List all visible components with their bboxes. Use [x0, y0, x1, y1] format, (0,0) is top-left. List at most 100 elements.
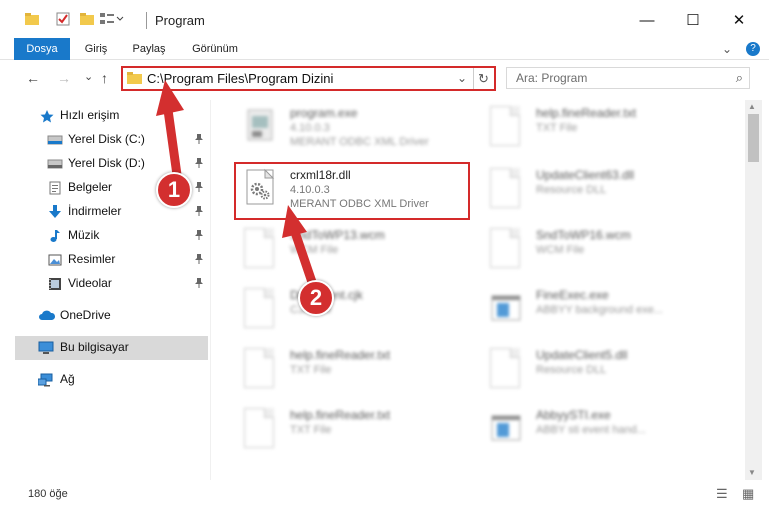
file-name: help.fineReader.txt	[290, 408, 391, 422]
file-list: program.exe 4.10.0.3 MERANT ODBC XML Dri…	[212, 100, 745, 480]
properties-icon[interactable]	[56, 12, 70, 29]
sidebar-item-label: Bu bilgisayar	[60, 340, 129, 354]
file-item[interactable]: SndToWP16.wcm WCM File	[478, 222, 718, 278]
pin-icon[interactable]	[194, 133, 204, 148]
pane-divider[interactable]	[210, 100, 211, 480]
file-type: ABBYY background exe...	[536, 304, 663, 316]
sidebar-item-onedrive[interactable]: OneDrive	[0, 304, 208, 328]
tiles-view-icon[interactable]: ▦	[742, 486, 754, 502]
file-name: help.fineReader.txt	[290, 348, 391, 362]
file-type: ABBY sti event hand...	[536, 424, 646, 436]
file-name: AbbyySTI.exe	[536, 408, 611, 422]
expand-ribbon-icon[interactable]: ⌄	[722, 42, 732, 56]
pin-icon[interactable]	[194, 253, 204, 268]
sidebar-item-network[interactable]: Ağ	[0, 368, 208, 392]
file-item[interactable]: UpdateClient63.dll Resource DLL	[478, 162, 718, 218]
scroll-thumb[interactable]	[748, 114, 759, 162]
file-name: SndToWP13.wcm	[290, 228, 385, 242]
file-type: TXT File	[290, 424, 332, 436]
new-folder-icon[interactable]	[80, 12, 94, 29]
tab-view[interactable]: Görünüm	[186, 38, 244, 60]
drive-icon	[47, 157, 63, 171]
app-window-icon	[490, 408, 522, 448]
file-item[interactable]: AbbyySTI.exe ABBY sti event hand...	[478, 402, 718, 458]
ribbon-tabs: Dosya Giriş Paylaş Görünüm ⌄ ?	[0, 38, 769, 60]
sidebar-item-label: OneDrive	[60, 308, 111, 322]
search-input[interactable]: Ara: Program	[516, 71, 587, 85]
forward-button[interactable]: →	[57, 70, 71, 86]
sidebar-item-label: İndirmeler	[68, 204, 122, 218]
sidebar-item-this-pc[interactable]: Bu bilgisayar	[15, 336, 208, 360]
sidebar-item-label: Belgeler	[68, 180, 113, 194]
file-item[interactable]: program.exe 4.10.0.3 MERANT ODBC XML Dri…	[232, 100, 472, 156]
file-item[interactable]: help.fineReader.txt TXT File	[478, 100, 718, 156]
pin-icon[interactable]	[194, 205, 204, 220]
sidebar-item-music[interactable]: Müzik	[0, 224, 208, 248]
scroll-up-icon[interactable]: ▲	[748, 102, 756, 111]
item-count: 180 öğe	[28, 488, 68, 500]
tab-home[interactable]: Giriş	[78, 38, 114, 60]
file-type: TXT File	[290, 364, 332, 376]
recent-locations-button[interactable]: ⌄	[84, 70, 93, 83]
tab-share[interactable]: Paylaş	[126, 38, 172, 60]
sidebar-item-label: Resimler	[68, 252, 116, 266]
file-name: FineExec.exe	[536, 288, 609, 302]
search-icon[interactable]: ⌕	[736, 70, 743, 86]
pictures-icon	[48, 253, 62, 267]
file-type: Resource DLL	[536, 364, 607, 376]
file-icon	[244, 228, 276, 268]
sidebar-item-videos[interactable]: Videolar	[0, 272, 208, 296]
pin-icon[interactable]	[194, 181, 204, 196]
file-name: SndToWP16.wcm	[536, 228, 631, 242]
pin-icon[interactable]	[194, 157, 204, 172]
sidebar-item-quick-access[interactable]: Hızlı erişim	[0, 104, 208, 128]
address-bar[interactable]: C:\Program Files\Program Dizini ⌄ ↻	[121, 66, 496, 91]
file-item[interactable]: SndToWP13.wcm WCM File	[232, 222, 472, 278]
sidebar-item-local-disk-c[interactable]: Yerel Disk (C:)	[0, 128, 208, 152]
sidebar-item-label: Yerel Disk (D:)	[68, 156, 145, 170]
file-icon	[490, 228, 522, 268]
refresh-button[interactable]: ↻	[473, 68, 493, 89]
dll-gear-icon	[490, 348, 522, 388]
file-item[interactable]: Document.cjk CJK File	[232, 282, 472, 338]
documents-icon	[48, 181, 62, 195]
title-bar: Program — ☐ ✕	[0, 0, 769, 38]
customize-quick-access-icon[interactable]	[100, 12, 136, 29]
file-version: 4.10.0.3	[290, 122, 330, 134]
sidebar-item-pictures[interactable]: Resimler	[0, 248, 208, 272]
file-name: help.fineReader.txt	[536, 106, 637, 120]
sidebar-item-label: Ağ	[60, 372, 75, 386]
file-type: TXT File	[536, 122, 578, 134]
file-item[interactable]: help.fineReader.txt TXT File	[232, 342, 472, 398]
close-button[interactable]: ✕	[716, 5, 762, 35]
exe-icon	[244, 106, 276, 146]
back-button[interactable]: ←	[26, 70, 40, 86]
vertical-scrollbar[interactable]: ▲ ▼	[745, 100, 762, 480]
file-description: MERANT ODBC XML Driver	[290, 136, 429, 148]
details-view-icon[interactable]: ☰	[716, 486, 728, 502]
file-item[interactable]: UpdateClient5.dll Resource DLL	[478, 342, 718, 398]
address-dropdown-icon[interactable]: ⌄	[457, 71, 467, 85]
search-box[interactable]: Ara: Program ⌕	[506, 67, 750, 89]
title-separator	[146, 12, 147, 29]
text-file-icon	[244, 348, 276, 388]
tab-file[interactable]: Dosya	[14, 38, 70, 60]
minimize-button[interactable]: —	[624, 5, 670, 35]
maximize-button[interactable]: ☐	[670, 5, 716, 35]
up-button[interactable]: ↑	[101, 70, 108, 86]
scroll-down-icon[interactable]: ▼	[748, 468, 756, 477]
file-item[interactable]: help.fineReader.txt TXT File	[232, 402, 472, 458]
file-type: WCM File	[290, 244, 339, 256]
sidebar-item-label: Yerel Disk (C:)	[68, 132, 145, 146]
help-icon[interactable]: ?	[746, 42, 760, 56]
file-type: WCM File	[536, 244, 585, 256]
pin-icon[interactable]	[194, 277, 204, 292]
address-path[interactable]: C:\Program Files\Program Dizini	[147, 71, 333, 86]
file-item[interactable]: FineExec.exe ABBYY background exe...	[478, 282, 718, 338]
sidebar-item-label: Hızlı erişim	[60, 108, 120, 122]
file-name: program.exe	[290, 106, 358, 120]
navigation-pane: Hızlı erişim Yerel Disk (C:) Yerel Disk …	[0, 100, 212, 480]
text-file-icon	[490, 106, 522, 146]
pin-icon[interactable]	[194, 229, 204, 244]
file-name: UpdateClient5.dll	[536, 348, 628, 362]
